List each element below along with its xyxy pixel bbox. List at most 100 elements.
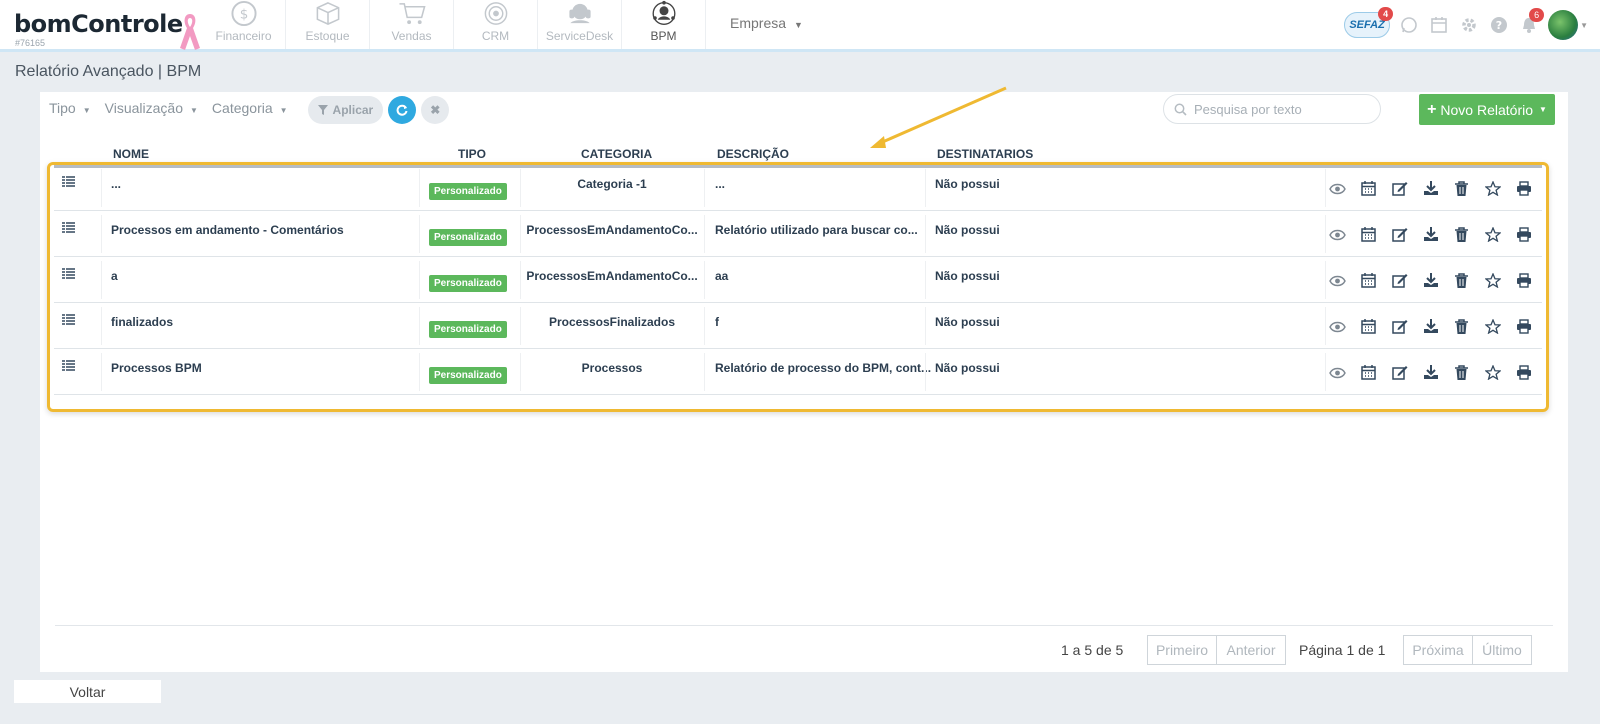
download-icon[interactable]	[1421, 317, 1440, 336]
trash-icon[interactable]	[1452, 179, 1471, 198]
col-header-tipo[interactable]: TIPO	[458, 147, 486, 161]
table-row[interactable]: Processos BPM Personalizado Processos Relat…	[54, 349, 1542, 395]
calendar-icon[interactable]	[1359, 225, 1378, 244]
calendar-icon[interactable]	[1359, 363, 1378, 382]
sefaz-button[interactable]: SEFAZ 4	[1344, 7, 1394, 38]
back-button[interactable]: Voltar	[14, 680, 161, 703]
calendar-icon[interactable]	[1359, 179, 1378, 198]
table-row[interactable]: a Personalizado ProcessosEmAndamentoCo... a…	[54, 257, 1542, 303]
caret-down-icon: ▼	[794, 20, 803, 30]
brand-logo[interactable]: bomControle	[14, 10, 183, 38]
apply-filter-label: Aplicar	[332, 103, 374, 117]
eye-icon[interactable]	[1328, 271, 1347, 290]
cart-icon	[398, 3, 426, 25]
module-vendas[interactable]: Vendas	[370, 0, 454, 49]
table-row[interactable]: finalizados Personalizado ProcessosFinaliz…	[54, 303, 1542, 349]
print-icon[interactable]	[1514, 317, 1533, 336]
eye-icon[interactable]	[1328, 317, 1347, 336]
caret-down-icon: ▼	[1539, 105, 1547, 114]
edit-icon[interactable]	[1390, 271, 1409, 290]
apply-filter-button[interactable]: Aplicar	[307, 96, 384, 124]
print-icon[interactable]	[1514, 271, 1533, 290]
pagination-count: 1 a 5 de 5	[1061, 642, 1124, 658]
star-icon[interactable]	[1483, 363, 1502, 382]
print-icon[interactable]	[1514, 363, 1533, 382]
cell-destinatarios: Não possui	[935, 315, 1000, 329]
table-row[interactable]: Processos em andamento - Comentários Pers…	[54, 211, 1542, 257]
edit-icon[interactable]	[1390, 363, 1409, 382]
row-actions	[1328, 179, 1533, 198]
gear-icon[interactable]	[1458, 14, 1480, 36]
whatsapp-icon[interactable]	[1398, 14, 1420, 36]
list-icon	[62, 360, 75, 374]
module-nav: $ Financeiro Estoque Vendas CRM ServiceD…	[202, 0, 706, 52]
filter-visualizacao[interactable]: Visualização ▼	[105, 100, 198, 116]
new-report-button[interactable]: + Novo Relatório ▼	[1419, 94, 1555, 125]
page-first-button[interactable]: Primeiro	[1147, 635, 1217, 665]
star-icon[interactable]	[1483, 271, 1502, 290]
eye-icon[interactable]	[1328, 363, 1347, 382]
list-icon	[62, 268, 75, 282]
status-badge: Personalizado	[429, 183, 507, 200]
module-label: ServiceDesk	[545, 29, 614, 43]
download-icon[interactable]	[1421, 225, 1440, 244]
download-icon[interactable]	[1421, 363, 1440, 382]
module-label: BPM	[650, 29, 677, 43]
module-servicedesk[interactable]: ServiceDesk	[538, 0, 622, 49]
avatar[interactable]	[1548, 10, 1579, 40]
refresh-button[interactable]	[388, 96, 417, 124]
caret-down-icon: ▼	[190, 106, 198, 115]
edit-icon[interactable]	[1390, 317, 1409, 336]
edit-icon[interactable]	[1390, 225, 1409, 244]
headset-icon	[568, 3, 591, 24]
module-label: Financeiro	[215, 29, 272, 43]
module-label: Vendas	[391, 29, 432, 43]
cell-descricao: ...	[715, 177, 726, 191]
calendar-icon[interactable]	[1428, 14, 1450, 36]
edit-icon[interactable]	[1390, 179, 1409, 198]
module-bpm[interactable]: BPM	[622, 0, 706, 49]
download-icon[interactable]	[1421, 179, 1440, 198]
cell-nome: Processos em andamento - Comentários	[111, 223, 344, 237]
filter-tipo[interactable]: Tipo ▼	[49, 100, 91, 116]
download-icon[interactable]	[1421, 271, 1440, 290]
col-header-categoria[interactable]: CATEGORIA	[581, 147, 652, 161]
empresa-dropdown[interactable]: Empresa ▼	[730, 15, 803, 31]
sefaz-label: SEFAZ	[1349, 19, 1385, 31]
star-icon[interactable]	[1483, 179, 1502, 198]
trash-icon[interactable]	[1452, 271, 1471, 290]
col-header-descricao[interactable]: DESCRIÇÃO	[717, 147, 789, 161]
module-estoque[interactable]: Estoque	[286, 0, 370, 49]
search-input[interactable]	[1194, 101, 1374, 117]
page-prev-button[interactable]: Anterior	[1216, 635, 1286, 665]
caret-down-icon[interactable]: ▼	[1580, 21, 1588, 30]
calendar-icon[interactable]	[1359, 317, 1378, 336]
col-header-nome[interactable]: NOME	[113, 147, 149, 161]
status-badge: Personalizado	[429, 367, 507, 384]
page-last-button[interactable]: Último	[1472, 635, 1532, 665]
star-icon[interactable]	[1483, 225, 1502, 244]
cell-categoria: ProcessosEmAndamentoCo...	[526, 269, 698, 283]
module-financeiro[interactable]: $ Financeiro	[202, 0, 286, 49]
clear-filter-button[interactable]: ✖	[421, 96, 450, 124]
box-icon	[316, 2, 339, 25]
module-label: Estoque	[305, 29, 350, 43]
top-navbar: bomControle #76165 $ Financeiro Estoque …	[0, 0, 1600, 52]
star-icon[interactable]	[1483, 317, 1502, 336]
bell-icon[interactable]: 6	[1518, 8, 1545, 36]
help-icon[interactable]: ?	[1488, 14, 1510, 36]
filter-categoria[interactable]: Categoria ▼	[212, 100, 288, 116]
trash-icon[interactable]	[1452, 317, 1471, 336]
table-row[interactable]: ... Personalizado Categoria -1... Não possu…	[54, 165, 1542, 211]
report-panel: Tipo ▼ Visualização ▼ Categoria ▼ Aplicar ✖…	[40, 92, 1568, 672]
target-icon	[484, 2, 507, 25]
calendar-icon[interactable]	[1359, 271, 1378, 290]
page-next-button[interactable]: Próxima	[1403, 635, 1473, 665]
eye-icon[interactable]	[1328, 225, 1347, 244]
trash-icon[interactable]	[1452, 225, 1471, 244]
print-icon[interactable]	[1514, 179, 1533, 198]
print-icon[interactable]	[1514, 225, 1533, 244]
eye-icon[interactable]	[1328, 179, 1347, 198]
trash-icon[interactable]	[1452, 363, 1471, 382]
module-crm[interactable]: CRM	[454, 0, 538, 49]
